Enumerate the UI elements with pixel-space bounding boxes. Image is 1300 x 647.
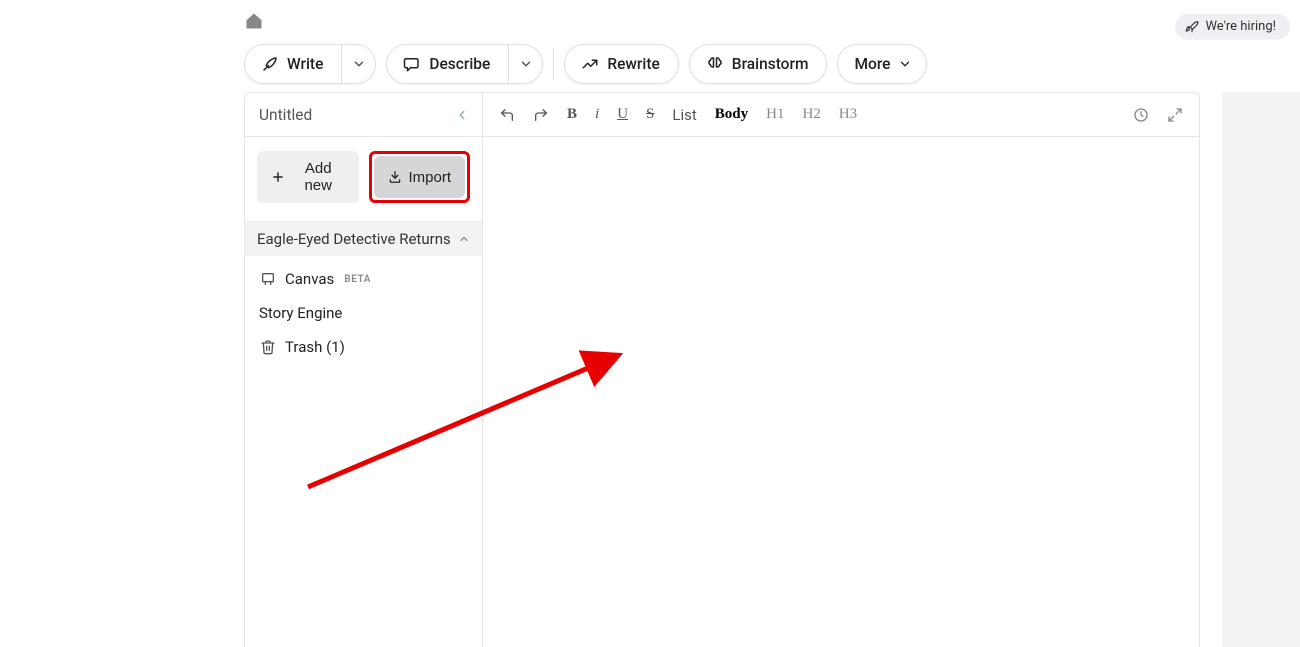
underline-button[interactable]: U [613, 104, 632, 125]
write-label: Write [287, 55, 323, 73]
document-title: Untitled [259, 106, 312, 124]
hiring-label: We're hiring! [1205, 19, 1276, 34]
italic-button[interactable]: i [591, 104, 603, 125]
h2-button[interactable]: H2 [798, 104, 824, 125]
editor-toolbar: B i U S List Body H1 H2 H3 [483, 93, 1199, 137]
chevron-down-icon [898, 57, 912, 71]
workspace: Untitled Add new [244, 92, 1200, 647]
chevron-down-icon [352, 57, 366, 71]
bold-button[interactable]: B [563, 104, 581, 125]
add-new-button[interactable]: Add new [257, 151, 359, 203]
download-icon [388, 170, 402, 184]
import-label: Import [408, 169, 451, 186]
describe-label: Describe [429, 55, 490, 73]
chevron-up-icon [458, 233, 470, 245]
redo-button[interactable] [529, 105, 553, 125]
beta-badge: BETA [344, 274, 371, 285]
chevron-down-icon [519, 57, 533, 71]
hiring-badge[interactable]: We're hiring! [1175, 14, 1290, 39]
list-button[interactable]: List [668, 104, 700, 126]
import-highlight: Import [369, 151, 470, 203]
brainstorm-label: Brainstorm [732, 55, 809, 73]
rocket-icon [1185, 20, 1199, 34]
expand-button[interactable] [1163, 105, 1187, 125]
sidebar-item-story-engine[interactable]: Story Engine [245, 296, 482, 330]
brain-icon [706, 55, 724, 73]
sidebar-actions: Add new Import [245, 137, 482, 222]
canvas-icon [259, 270, 277, 288]
brainstorm-button[interactable]: Brainstorm [689, 44, 828, 84]
plus-icon [271, 170, 285, 184]
body-style-button[interactable]: Body [711, 104, 752, 125]
history-button[interactable] [1129, 105, 1153, 125]
right-panel [1222, 92, 1300, 647]
h1-button[interactable]: H1 [762, 104, 788, 125]
sidebar: Untitled Add new [245, 93, 483, 647]
editor-body[interactable] [483, 137, 1199, 647]
sidebar-item-label: Trash (1) [285, 338, 345, 356]
describe-button[interactable]: Describe [387, 45, 508, 83]
sidebar-item-label: Canvas [285, 270, 334, 288]
import-button[interactable]: Import [374, 156, 465, 198]
undo-icon [499, 107, 515, 123]
toolbar-separator [553, 48, 554, 80]
sidebar-item-trash[interactable]: Trash (1) [245, 330, 482, 364]
trash-icon [259, 338, 277, 356]
sidebar-list: Canvas BETA Story Engine Trash (1) [245, 256, 482, 370]
describe-group: Describe [386, 44, 543, 84]
sidebar-item-label: Story Engine [259, 304, 342, 322]
add-new-label: Add new [291, 160, 345, 194]
h3-button[interactable]: H3 [835, 104, 861, 125]
sidebar-item-canvas[interactable]: Canvas BETA [245, 262, 482, 296]
more-label: More [854, 55, 890, 73]
redo-icon [533, 107, 549, 123]
feather-icon [261, 55, 279, 73]
write-group: Write [244, 44, 376, 84]
describe-dropdown[interactable] [508, 45, 542, 83]
rewrite-label: Rewrite [607, 55, 659, 73]
rewrite-icon [581, 55, 599, 73]
editor: B i U S List Body H1 H2 H3 [483, 93, 1199, 647]
project-title: Eagle-Eyed Detective Returns [257, 230, 451, 248]
action-toolbar: Write Describe [244, 44, 927, 84]
strike-button[interactable]: S [642, 104, 658, 125]
undo-button[interactable] [495, 105, 519, 125]
expand-icon [1167, 107, 1183, 123]
project-row[interactable]: Eagle-Eyed Detective Returns [245, 222, 482, 256]
write-button[interactable]: Write [245, 45, 341, 83]
chat-icon [403, 55, 421, 73]
write-dropdown[interactable] [341, 45, 375, 83]
home-icon[interactable] [244, 10, 264, 32]
chevron-left-icon [455, 108, 469, 122]
rewrite-button[interactable]: Rewrite [564, 44, 678, 84]
clock-icon [1133, 107, 1149, 123]
collapse-sidebar-button[interactable] [450, 103, 474, 127]
more-button[interactable]: More [837, 44, 927, 84]
sidebar-header: Untitled [245, 93, 482, 137]
